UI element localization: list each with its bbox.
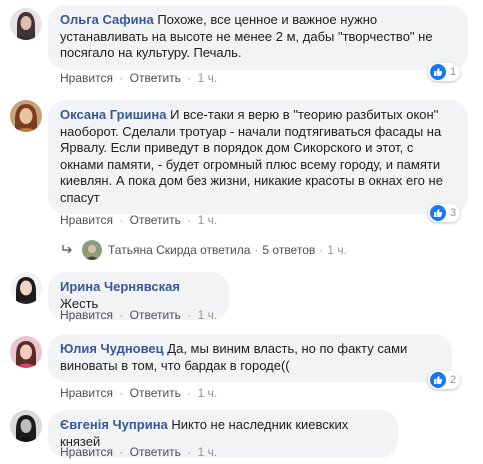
thumbs-up-icon <box>430 372 446 388</box>
comment-actions: Нравится · Ответить · 1 ч. <box>60 445 217 459</box>
timestamp[interactable]: 1 ч. <box>198 308 218 322</box>
thumbs-up-icon <box>430 205 446 221</box>
reaction-count[interactable]: 3 <box>428 204 461 222</box>
comment-actions: Нравится · Ответить · 1 ч. <box>60 213 217 227</box>
avatar[interactable] <box>10 272 42 304</box>
comment-author[interactable]: Ирина Чернявская <box>60 279 180 294</box>
timestamp[interactable]: 1 ч. <box>327 243 347 257</box>
comment-bubble: Ольга Сафина Похоже, все ценное и важное… <box>48 5 468 70</box>
like-link[interactable]: Нравится <box>60 386 113 400</box>
comment-author[interactable]: Оксана Гришина <box>60 107 166 122</box>
separator: · <box>187 213 192 227</box>
reply-author[interactable]: Татьяна Скирда ответила <box>108 243 250 257</box>
like-link[interactable]: Нравится <box>60 71 113 85</box>
reaction-count[interactable]: 1 <box>428 63 461 81</box>
separator: · <box>119 386 124 400</box>
comment-bubble: Юлия Чудновец Да, мы виним власть, но по… <box>48 334 452 382</box>
avatar[interactable] <box>10 410 42 442</box>
comment-actions: Нравится · Ответить · 1 ч. <box>60 308 217 322</box>
separator: · <box>254 243 259 257</box>
separator: · <box>119 71 124 85</box>
comment-author[interactable]: Юлия Чудновец <box>60 341 164 356</box>
separator: · <box>187 308 192 322</box>
comment-author[interactable]: Ольга Сафина <box>60 12 154 27</box>
separator: · <box>119 213 124 227</box>
reply-avatar <box>82 240 102 260</box>
replies-summary[interactable]: Татьяна Скирда ответила · 5 ответов · 1 … <box>62 240 347 260</box>
like-link[interactable]: Нравится <box>60 213 113 227</box>
thumbs-up-icon <box>430 64 446 80</box>
avatar[interactable] <box>10 336 42 368</box>
comment-actions: Нравится · Ответить · 1 ч. <box>60 386 217 400</box>
reaction-count[interactable]: 2 <box>428 371 461 389</box>
reaction-number: 2 <box>450 374 457 386</box>
separator: · <box>187 386 192 400</box>
comment-actions: Нравится · Ответить · 1 ч. <box>60 71 217 85</box>
timestamp[interactable]: 1 ч. <box>198 213 218 227</box>
like-link[interactable]: Нравится <box>60 445 113 459</box>
separator: · <box>119 308 124 322</box>
timestamp[interactable]: 1 ч. <box>198 445 218 459</box>
reply-link[interactable]: Ответить <box>130 445 181 459</box>
separator: · <box>187 71 192 85</box>
reaction-number: 1 <box>450 66 457 78</box>
separator: · <box>319 243 324 257</box>
reply-link[interactable]: Ответить <box>130 213 181 227</box>
avatar[interactable] <box>10 8 42 40</box>
comment-author[interactable]: Євгенія Чуприна <box>60 417 168 432</box>
reaction-number: 3 <box>450 207 457 219</box>
reply-link[interactable]: Ответить <box>130 386 181 400</box>
timestamp[interactable]: 1 ч. <box>198 386 218 400</box>
reply-link[interactable]: Ответить <box>130 308 181 322</box>
separator: · <box>187 445 192 459</box>
reply-arrow-icon <box>62 243 74 257</box>
reply-count[interactable]: 5 ответов <box>262 243 315 257</box>
avatar[interactable] <box>10 100 42 132</box>
separator: · <box>119 445 124 459</box>
like-link[interactable]: Нравится <box>60 308 113 322</box>
reply-link[interactable]: Ответить <box>130 71 181 85</box>
timestamp[interactable]: 1 ч. <box>198 71 218 85</box>
comment-bubble: Оксана Гришина И все-таки я верю в "теор… <box>48 100 468 214</box>
